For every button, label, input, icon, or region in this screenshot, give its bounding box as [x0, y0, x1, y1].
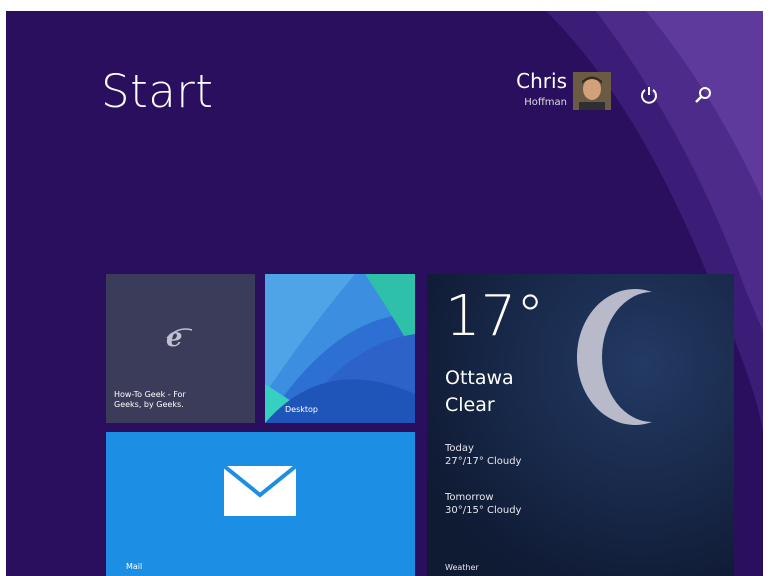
weather-city: Ottawa — [445, 367, 514, 389]
tile-label: Desktop — [285, 405, 318, 414]
tile-label: Mail — [126, 562, 143, 571]
weather-tomorrow-label: Tomorrow — [445, 492, 494, 503]
search-icon — [695, 87, 711, 103]
weather-today-label: Today — [445, 443, 474, 454]
weather-tomorrow-forecast: 30°/15° Cloudy — [445, 505, 522, 516]
user-last-name[interactable]: Hoffman — [524, 97, 567, 108]
weather-temperature: 17° — [445, 284, 545, 349]
weather-condition: Clear — [445, 394, 495, 416]
start-screen: Start Chris Hoffman e How-To Geek - For … — [6, 11, 763, 576]
user-photo-icon — [573, 72, 611, 110]
power-button[interactable] — [638, 84, 660, 106]
desktop-wallpaper-icon — [265, 274, 415, 423]
page-title: Start — [101, 65, 214, 118]
weather-today-forecast: 27°/17° Cloudy — [445, 456, 522, 467]
user-first-name[interactable]: Chris — [516, 69, 567, 93]
tile-desktop[interactable]: Desktop — [265, 274, 415, 423]
avatar[interactable] — [573, 72, 611, 110]
tile-weather[interactable]: 17° Ottawa Clear Today 27°/17° Cloudy To… — [427, 274, 734, 576]
tile-howtogeek-ie[interactable]: e How-To Geek - For Geeks, by Geeks. — [106, 274, 255, 423]
tile-label: Weather — [445, 563, 479, 572]
search-button[interactable] — [692, 84, 714, 106]
tile-mail[interactable]: Mail — [106, 432, 415, 576]
power-icon — [641, 87, 657, 104]
internet-explorer-icon: e — [166, 323, 193, 352]
tile-label: How-To Geek - For Geeks, by Geeks. — [114, 390, 186, 409]
envelope-icon — [223, 465, 297, 516]
